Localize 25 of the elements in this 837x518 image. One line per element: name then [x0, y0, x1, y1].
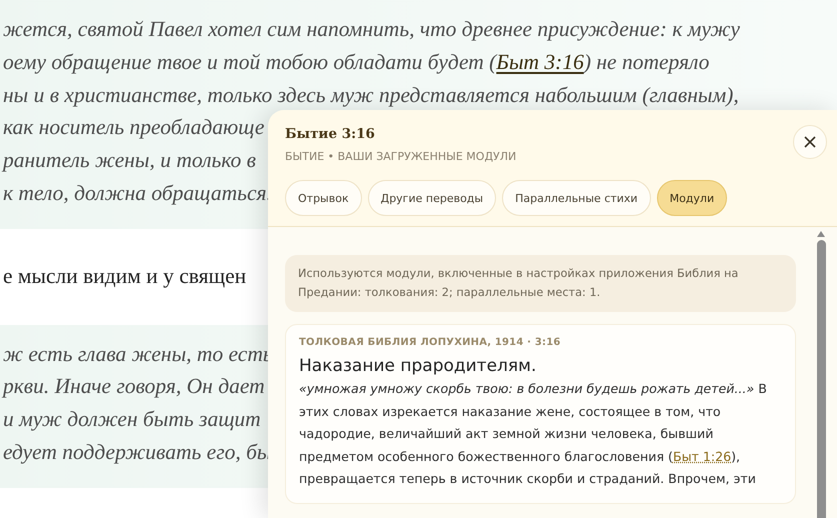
quote-line: ны и в христианстве, только здесь муж представляется набольшим (главным), — [2, 82, 739, 109]
scroll-up-icon — [817, 231, 825, 237]
scrollbar[interactable] — [816, 231, 826, 518]
verse-link[interactable]: Быт 3:16 — [496, 50, 584, 74]
quote-line: и муж должен быть защит — [2, 406, 261, 434]
quote-line: ранитель жены, и только в — [0, 147, 256, 174]
tab[interactable]: Параллельные стихи — [502, 180, 651, 216]
quote-line: к тело, должна обращаться. — [2, 180, 272, 207]
verse-link[interactable]: Быт 1:26 — [672, 448, 732, 464]
tab[interactable]: Модули — [656, 180, 728, 216]
commentary-heading: Наказание прародителям. — [299, 356, 538, 376]
popup-subtitle: БЫТИЕ • ВАШИ ЗАГРУЖЕННЫЕ МОДУЛИ — [285, 150, 516, 163]
tab[interactable]: Отрывок — [285, 180, 362, 216]
source-label: ТОЛКОВАЯ БИБЛИЯ ЛОПУХИНА, 1914 · 3:16 — [299, 337, 562, 348]
quote-line: ркви. Иначе говоря, Он дает — [0, 373, 265, 400]
body-text: е мысли видим и у священ — [2, 262, 246, 290]
quote-line: оему обращение твое и той тобою обладати будет (Быт 3:16) не потеряло — [2, 48, 710, 76]
info-notice: Используются модули, включенные в настройках приложения Библия на Предании: толкования: 2; параллельные места: 1. — [285, 255, 796, 312]
quote-line: жется, святой Павел хотел сим напомнить, что древнее присуждение: к мужу — [2, 16, 740, 43]
tab[interactable]: Другие переводы — [368, 180, 496, 216]
commentary-text: «умножая умножу скорбь твою: в болезни будешь рожать детей...» В этих словах изрекается наказание жене, состоящее в том, что чадородие, величайший акт земной жизни человека, бывший предметом особенного божественного благословения (Быт 1:26), превращается теперь в источник скорби и страданий. Впрочем, эти — [299, 380, 768, 488]
popup-title: Бытие 3:16 — [285, 126, 376, 142]
quote-line: как носитель преобладающе — [2, 114, 264, 142]
close-button[interactable] — [793, 125, 827, 159]
close-icon — [804, 136, 816, 148]
